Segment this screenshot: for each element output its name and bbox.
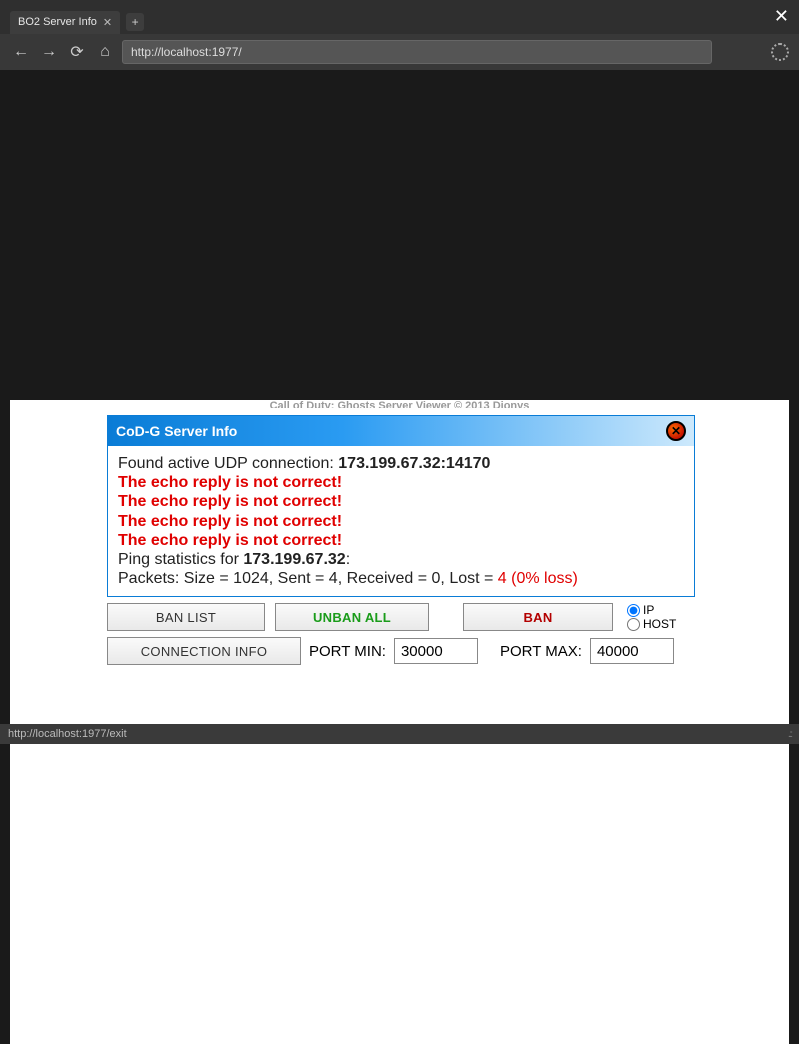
error-line-3: The echo reply is not correct!	[118, 512, 684, 531]
ping-stats-line: Ping statistics for 173.199.67.32:	[118, 550, 684, 569]
status-bar: http://localhost:1977/exit ..::	[0, 724, 799, 744]
tab-bar: BO2 Server Info ✕ +	[0, 0, 799, 34]
radio-host-input[interactable]	[627, 618, 640, 631]
port-min-label: PORT MIN:	[309, 643, 386, 660]
connection-line: Found active UDP connection: 173.199.67.…	[118, 454, 684, 473]
ban-list-button[interactable]: BAN LIST	[107, 603, 265, 631]
status-text: http://localhost:1977/exit	[8, 728, 127, 740]
found-prefix: Found active UDP connection:	[118, 455, 338, 472]
radio-ip-label: IP	[643, 603, 654, 617]
panel-body: Found active UDP connection: 173.199.67.…	[108, 446, 694, 596]
stats-prefix: Ping statistics for	[118, 551, 243, 568]
url-input[interactable]	[122, 40, 712, 64]
home-icon[interactable]: ⌂	[94, 43, 116, 61]
tab-bo2-server-info[interactable]: BO2 Server Info ✕	[10, 11, 120, 34]
packets-line: Packets: Size = 1024, Sent = 4, Received…	[118, 569, 684, 588]
radio-host[interactable]: HOST	[627, 617, 676, 631]
stats-ip: 173.199.67.32	[243, 551, 345, 568]
radio-ip[interactable]: IP	[627, 603, 676, 617]
connection-info-button[interactable]: CONNECTION INFO	[107, 637, 301, 665]
loading-spinner-icon	[771, 43, 789, 61]
radio-group: IP HOST	[627, 603, 676, 631]
back-icon[interactable]: ←	[10, 43, 32, 61]
ban-button[interactable]: BAN	[463, 603, 613, 631]
error-line-2: The echo reply is not correct!	[118, 492, 684, 511]
found-ip: 173.199.67.32:14170	[338, 455, 490, 472]
panel-close-button[interactable]: ✕	[666, 421, 686, 441]
server-info-panel: CoD-G Server Info ✕ Found active UDP con…	[107, 415, 695, 597]
controls-row-1: BAN LIST UNBAN ALL BAN IP HOST	[107, 603, 695, 631]
radio-host-label: HOST	[643, 617, 676, 631]
port-min-input[interactable]	[394, 638, 478, 664]
controls-row-2: CONNECTION INFO PORT MIN: PORT MAX:	[107, 637, 695, 665]
panel-header: CoD-G Server Info ✕	[108, 416, 694, 446]
window-close-icon[interactable]: ✕	[774, 6, 789, 27]
forward-icon[interactable]: →	[38, 43, 60, 61]
app-frame: CoD-G Server Info ✕ Found active UDP con…	[100, 408, 702, 672]
tab-close-icon[interactable]: ✕	[103, 16, 112, 29]
tab-title: BO2 Server Info	[18, 16, 97, 28]
error-line-1: The echo reply is not correct!	[118, 473, 684, 492]
unban-all-button[interactable]: UNBAN ALL	[275, 603, 429, 631]
packets-prefix: Packets: Size = 1024, Sent = 4, Received…	[118, 570, 498, 587]
error-line-4: The echo reply is not correct!	[118, 531, 684, 550]
page-content: CoD-G Server Info ✕ Found active UDP con…	[10, 400, 789, 1044]
reload-icon[interactable]: ⟳	[66, 42, 88, 62]
packets-lost: 4 (0% loss)	[498, 570, 578, 587]
new-tab-button[interactable]: +	[126, 13, 144, 31]
port-max-input[interactable]	[590, 638, 674, 664]
radio-ip-input[interactable]	[627, 604, 640, 617]
port-max-label: PORT MAX:	[500, 643, 582, 660]
resize-grip-icon[interactable]: ..::	[788, 729, 791, 740]
address-bar: ← → ⟳ ⌂	[0, 34, 799, 70]
panel-title: CoD-G Server Info	[116, 423, 237, 439]
